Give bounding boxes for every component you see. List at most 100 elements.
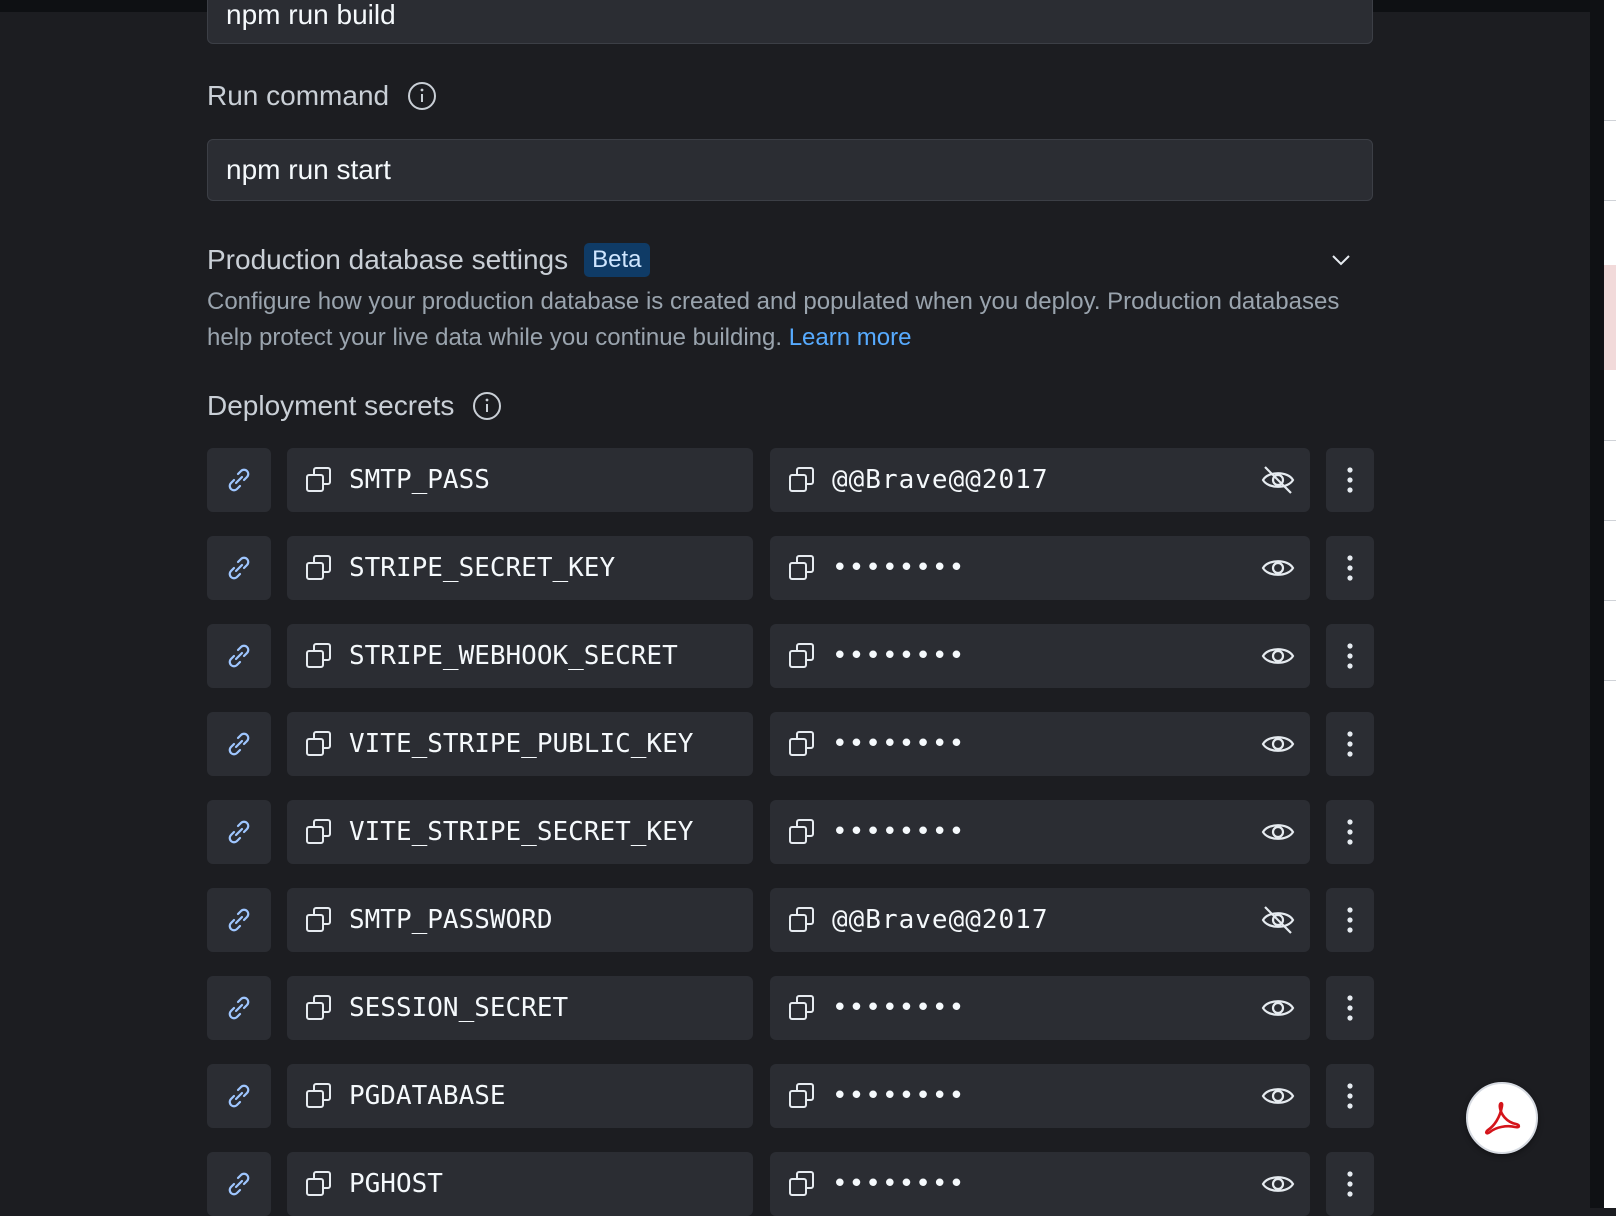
secret-value-text: @@Brave@@2017 bbox=[832, 465, 1049, 495]
link-secret-button[interactable] bbox=[207, 448, 271, 512]
run-command-input[interactable]: npm run start bbox=[207, 139, 1373, 201]
eye-icon[interactable] bbox=[1260, 814, 1296, 850]
secret-value-field[interactable]: •••••••• bbox=[770, 536, 1310, 600]
info-icon[interactable] bbox=[472, 391, 502, 421]
eye-icon[interactable] bbox=[1260, 638, 1296, 674]
secret-key-field[interactable]: SMTP_PASS bbox=[287, 448, 753, 512]
copy-icon[interactable] bbox=[786, 640, 818, 672]
eye-icon[interactable] bbox=[1260, 990, 1296, 1026]
link-icon bbox=[228, 820, 250, 844]
secret-more-button[interactable] bbox=[1326, 1064, 1374, 1128]
deployment-secrets-label: Deployment secrets bbox=[207, 390, 455, 421]
eye-icon[interactable] bbox=[1260, 726, 1296, 762]
secret-key-field[interactable]: STRIPE_SECRET_KEY bbox=[287, 536, 753, 600]
link-secret-button[interactable] bbox=[207, 888, 271, 952]
info-icon[interactable] bbox=[407, 81, 437, 111]
secret-value-text: •••••••• bbox=[832, 1081, 966, 1111]
secret-key-text: PGDATABASE bbox=[349, 1081, 506, 1111]
copy-icon[interactable] bbox=[786, 552, 818, 584]
chevron-down-icon[interactable] bbox=[1329, 248, 1353, 272]
link-secret-button[interactable] bbox=[207, 1064, 271, 1128]
secret-value-field[interactable]: @@Brave@@2017 bbox=[770, 448, 1310, 512]
copy-icon[interactable] bbox=[303, 816, 335, 848]
secret-key-text: PGHOST bbox=[349, 1169, 443, 1199]
link-icon bbox=[228, 996, 250, 1020]
link-secret-button[interactable] bbox=[207, 536, 271, 600]
beta-badge: Beta bbox=[584, 243, 650, 277]
copy-icon[interactable] bbox=[303, 728, 335, 760]
copy-icon[interactable] bbox=[786, 464, 818, 496]
secret-more-button[interactable] bbox=[1326, 536, 1374, 600]
secret-value-field[interactable]: •••••••• bbox=[770, 1152, 1310, 1216]
database-settings-title: Production database settings bbox=[207, 244, 569, 275]
secret-key-field[interactable]: VITE_STRIPE_PUBLIC_KEY bbox=[287, 712, 753, 776]
more-vertical-icon bbox=[1347, 467, 1353, 493]
secret-more-button[interactable] bbox=[1326, 800, 1374, 864]
link-secret-button[interactable] bbox=[207, 712, 271, 776]
secret-key-field[interactable]: PGHOST bbox=[287, 1152, 753, 1216]
link-secret-button[interactable] bbox=[207, 976, 271, 1040]
secret-row: VITE_STRIPE_PUBLIC_KEY •••••••• bbox=[207, 712, 1375, 776]
eye-icon[interactable] bbox=[1260, 550, 1296, 586]
secret-more-button[interactable] bbox=[1326, 624, 1374, 688]
secret-value-field[interactable]: @@Brave@@2017 bbox=[770, 888, 1310, 952]
secret-row: SMTP_PASSWORD @@Brave@@2017 bbox=[207, 888, 1375, 952]
eye-off-icon[interactable] bbox=[1260, 462, 1296, 498]
link-secret-button[interactable] bbox=[207, 800, 271, 864]
copy-icon[interactable] bbox=[303, 552, 335, 584]
copy-icon[interactable] bbox=[786, 728, 818, 760]
copy-icon[interactable] bbox=[303, 640, 335, 672]
secret-value-field[interactable]: •••••••• bbox=[770, 1064, 1310, 1128]
link-icon bbox=[228, 556, 250, 580]
link-icon bbox=[228, 644, 250, 668]
secret-more-button[interactable] bbox=[1326, 888, 1374, 952]
acrobat-icon bbox=[1484, 1101, 1521, 1135]
build-command-value: npm run build bbox=[226, 0, 396, 30]
secret-more-button[interactable] bbox=[1326, 448, 1374, 512]
build-command-input[interactable]: npm run build bbox=[207, 0, 1373, 44]
eye-icon[interactable] bbox=[1260, 1166, 1296, 1202]
copy-icon[interactable] bbox=[303, 1080, 335, 1112]
run-command-label-row: Run command bbox=[207, 80, 437, 112]
copy-icon[interactable] bbox=[786, 1080, 818, 1112]
secret-key-field[interactable]: PGDATABASE bbox=[287, 1064, 753, 1128]
copy-icon[interactable] bbox=[786, 1168, 818, 1200]
secret-value-field[interactable]: •••••••• bbox=[770, 624, 1310, 688]
secret-more-button[interactable] bbox=[1326, 1152, 1374, 1216]
secret-row: VITE_STRIPE_SECRET_KEY •••••••• bbox=[207, 800, 1375, 864]
link-icon bbox=[228, 732, 250, 756]
database-settings-header[interactable]: Production database settings Beta bbox=[207, 240, 1373, 280]
secret-more-button[interactable] bbox=[1326, 712, 1374, 776]
copy-icon[interactable] bbox=[303, 904, 335, 936]
learn-more-link[interactable]: Learn more bbox=[789, 324, 912, 351]
secret-value-field[interactable]: •••••••• bbox=[770, 712, 1310, 776]
more-vertical-icon bbox=[1347, 731, 1353, 757]
secret-row: STRIPE_WEBHOOK_SECRET •••••••• bbox=[207, 624, 1375, 688]
copy-icon[interactable] bbox=[786, 904, 818, 936]
pdf-reader-button[interactable] bbox=[1466, 1082, 1538, 1154]
secret-value-field[interactable]: •••••••• bbox=[770, 976, 1310, 1040]
copy-icon[interactable] bbox=[303, 1168, 335, 1200]
link-icon bbox=[228, 1172, 250, 1196]
copy-icon[interactable] bbox=[786, 992, 818, 1024]
copy-icon[interactable] bbox=[303, 464, 335, 496]
eye-off-icon[interactable] bbox=[1260, 902, 1296, 938]
database-description-text: Configure how your production database i… bbox=[207, 288, 1340, 351]
copy-icon[interactable] bbox=[303, 992, 335, 1024]
link-secret-button[interactable] bbox=[207, 1152, 271, 1216]
secret-value-text: •••••••• bbox=[832, 1169, 966, 1199]
secret-key-field[interactable]: VITE_STRIPE_SECRET_KEY bbox=[287, 800, 753, 864]
secret-value-text: •••••••• bbox=[832, 993, 966, 1023]
secret-key-field[interactable]: STRIPE_WEBHOOK_SECRET bbox=[287, 624, 753, 688]
copy-icon[interactable] bbox=[786, 816, 818, 848]
secret-value-text: @@Brave@@2017 bbox=[832, 905, 1049, 935]
secret-more-button[interactable] bbox=[1326, 976, 1374, 1040]
eye-icon[interactable] bbox=[1260, 1078, 1296, 1114]
run-command-label: Run command bbox=[207, 80, 390, 111]
secret-key-field[interactable]: SESSION_SECRET bbox=[287, 976, 753, 1040]
link-secret-button[interactable] bbox=[207, 624, 271, 688]
secret-key-field[interactable]: SMTP_PASSWORD bbox=[287, 888, 753, 952]
secret-value-field[interactable]: •••••••• bbox=[770, 800, 1310, 864]
database-settings-description: Configure how your production database i… bbox=[207, 284, 1373, 356]
more-vertical-icon bbox=[1347, 907, 1353, 933]
